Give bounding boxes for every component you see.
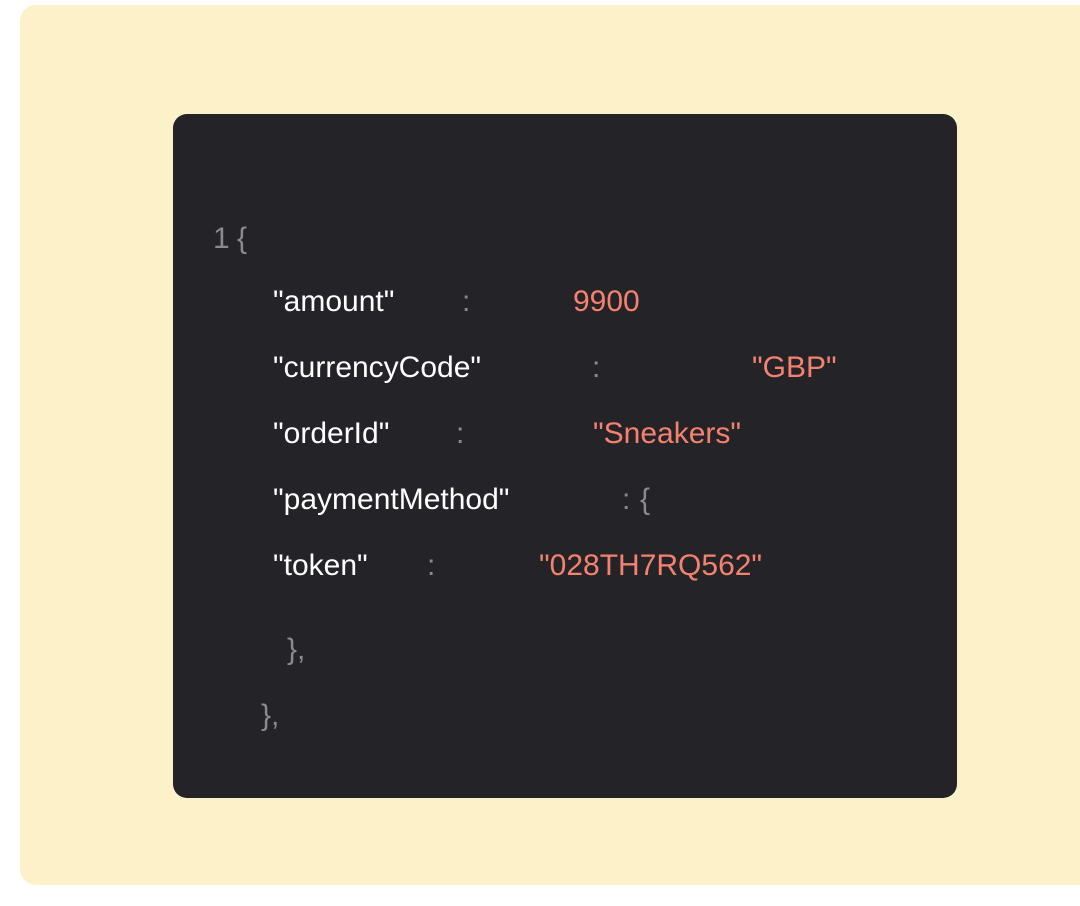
json-key: "currencyCode" bbox=[273, 351, 482, 384]
code-line-1: 1 { bbox=[213, 221, 248, 365]
outer-close-brace: }, bbox=[261, 699, 280, 732]
json-key: "paymentMethod" bbox=[273, 483, 510, 516]
json-colon: : bbox=[592, 351, 601, 384]
json-value: "028TH7RQ562" bbox=[539, 549, 763, 582]
json-colon: : bbox=[462, 285, 471, 318]
json-key: "token" bbox=[273, 549, 368, 582]
json-open-brace: { bbox=[640, 483, 651, 516]
json-colon: : bbox=[622, 483, 631, 516]
code-snippet-panel: 1 { "amount" : 9900 "currencyCode" : "GB… bbox=[173, 114, 957, 798]
json-value: 9900 bbox=[573, 285, 640, 318]
json-colon: : bbox=[427, 549, 436, 582]
json-value: "GBP" bbox=[752, 351, 837, 384]
inner-close-brace: }, bbox=[287, 633, 306, 666]
json-key: "amount" bbox=[273, 285, 395, 318]
json-value: "Sneakers" bbox=[593, 417, 742, 450]
line-number: 1 bbox=[213, 222, 230, 255]
json-colon: : bbox=[456, 417, 465, 450]
open-brace: { bbox=[237, 222, 248, 255]
json-key: "orderId" bbox=[273, 417, 390, 450]
